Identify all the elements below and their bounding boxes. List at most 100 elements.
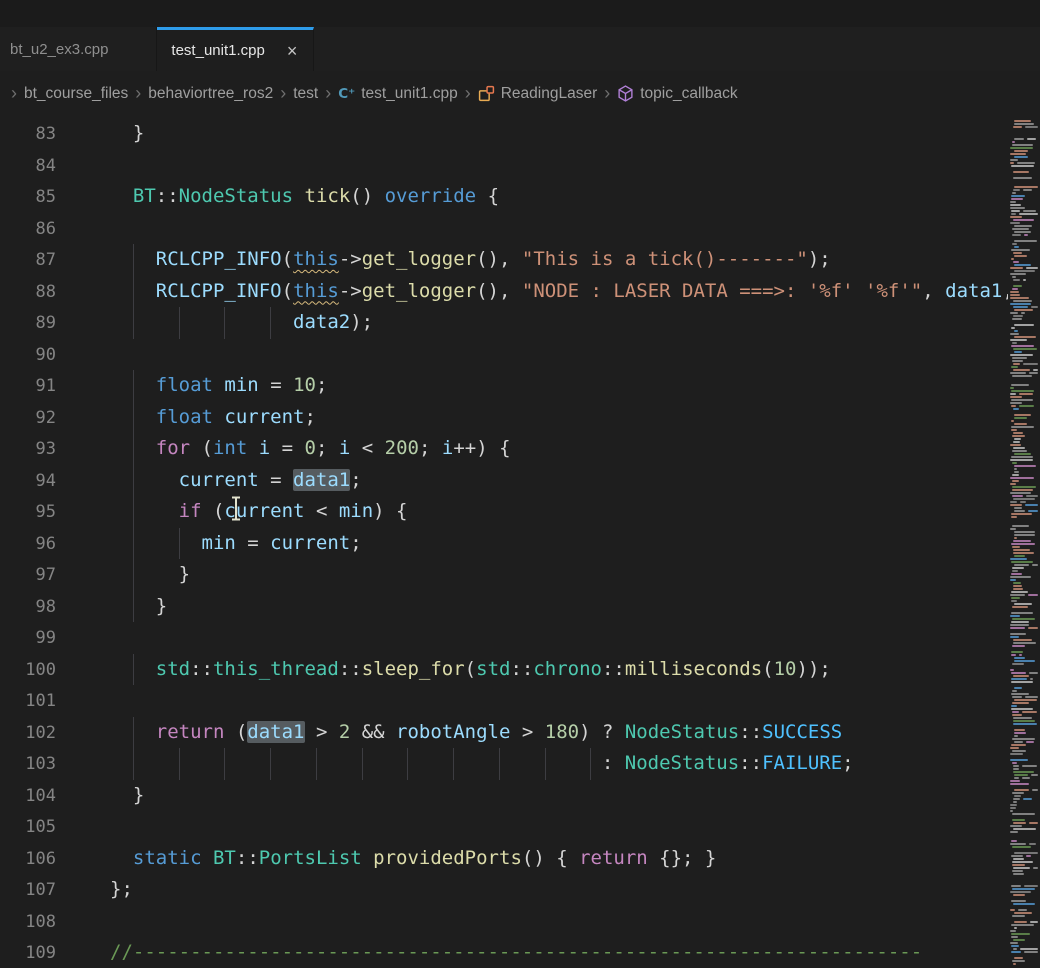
indent-guide — [133, 433, 134, 465]
minimap-line — [1011, 516, 1017, 518]
code-line[interactable]: 86 — [0, 213, 1008, 245]
code-line[interactable]: 91 float min = 10; — [0, 370, 1008, 402]
line-number[interactable]: 108 — [0, 907, 56, 939]
minimap-line — [1024, 234, 1028, 236]
code-line[interactable]: 102 return (data1 > 2 && robotAngle > 18… — [0, 717, 1008, 749]
minimap-line — [1023, 363, 1038, 365]
minimap-line — [1010, 624, 1029, 626]
breadcrumb-item-topic_callback[interactable]: topic_callback — [617, 85, 737, 103]
minimap-line — [1013, 894, 1025, 896]
line-number[interactable]: 95 — [0, 497, 56, 529]
close-icon[interactable]: × — [287, 42, 298, 60]
minimap-line — [1014, 657, 1025, 659]
minimap-line — [1012, 960, 1025, 962]
minimap-line — [1014, 852, 1038, 854]
line-number[interactable]: 104 — [0, 781, 56, 813]
line-number[interactable]: 84 — [0, 151, 56, 183]
minimap-line — [1013, 801, 1017, 803]
chevron-right-icon: › — [601, 83, 613, 104]
code-pane[interactable]: 83 }8485 BT::NodeStatus tick() override … — [0, 118, 1008, 968]
code-line[interactable]: 109//-----------------------------------… — [0, 937, 1008, 968]
code-line[interactable]: 88 RCLCPP_INFO(this->get_logger(), "NODE… — [0, 276, 1008, 308]
breadcrumb-item-ReadingLaser[interactable]: ReadingLaser — [478, 85, 598, 103]
minimap-line — [1024, 885, 1038, 887]
line-number[interactable]: 91 — [0, 371, 56, 403]
line-number[interactable]: 99 — [0, 623, 56, 655]
line-number[interactable]: 109 — [0, 938, 56, 968]
minimap-line — [1014, 240, 1037, 242]
minimap-line — [1013, 582, 1021, 584]
line-number[interactable]: 107 — [0, 875, 56, 907]
minimap-line — [1013, 549, 1030, 551]
line-number[interactable]: 98 — [0, 592, 56, 624]
code-line[interactable]: 101 — [0, 685, 1008, 717]
line-number[interactable]: 90 — [0, 340, 56, 372]
minimap-line — [1014, 309, 1033, 311]
minimap-line — [1010, 810, 1013, 812]
code-line[interactable]: 104 } — [0, 780, 1008, 812]
line-number[interactable]: 100 — [0, 655, 56, 687]
line-number[interactable]: 92 — [0, 403, 56, 435]
code-line[interactable]: 100 std::this_thread::sleep_for(std::chr… — [0, 654, 1008, 686]
code-line[interactable]: 108 — [0, 906, 1008, 938]
code-line[interactable]: 89 data2); — [0, 307, 1008, 339]
line-number[interactable]: 88 — [0, 277, 56, 309]
line-number[interactable]: 103 — [0, 749, 56, 781]
code-line[interactable]: 83 } — [0, 118, 1008, 150]
code-line[interactable]: 93 for (int i = 0; i < 200; i++) { — [0, 433, 1008, 465]
breadcrumb-item-test_unit1[interactable]: C⁺ test_unit1.cpp — [338, 85, 458, 103]
minimap-line — [1012, 570, 1018, 572]
indent-guide — [133, 654, 134, 686]
breadcrumb-item-behaviortree_ros2[interactable]: behaviortree_ros2 — [148, 85, 273, 103]
line-number[interactable]: 97 — [0, 560, 56, 592]
line-number[interactable]: 101 — [0, 686, 56, 718]
code-line[interactable]: 107}; — [0, 874, 1008, 906]
minimap-line — [1013, 261, 1019, 263]
line-number[interactable]: 94 — [0, 466, 56, 498]
code-line[interactable]: 92 float current; — [0, 402, 1008, 434]
line-number[interactable]: 105 — [0, 812, 56, 844]
minimap-line — [1013, 540, 1031, 542]
code-line[interactable]: 95 if (current < min) { — [0, 496, 1008, 528]
line-number[interactable]: 85 — [0, 182, 56, 214]
minimap-line — [1014, 660, 1035, 662]
code-line[interactable]: 97 } — [0, 559, 1008, 591]
minimap-line — [1011, 672, 1026, 674]
line-number[interactable]: 83 — [0, 119, 56, 151]
line-number[interactable]: 102 — [0, 718, 56, 750]
line-number[interactable]: 96 — [0, 529, 56, 561]
indent-guide — [133, 496, 134, 528]
line-number[interactable]: 93 — [0, 434, 56, 466]
tab-bt_u2_ex3[interactable]: bt_u2_ex3.cpp — [0, 27, 157, 71]
minimap-line — [1014, 957, 1023, 959]
line-number[interactable]: 106 — [0, 844, 56, 876]
breadcrumb-item-test[interactable]: test — [293, 85, 318, 103]
minimap[interactable] — [1008, 116, 1040, 968]
minimap-line — [1031, 306, 1038, 308]
line-number[interactable]: 86 — [0, 214, 56, 246]
code-line[interactable]: 94 current = data1; — [0, 465, 1008, 497]
minimap-line — [1012, 243, 1017, 245]
code-line[interactable]: 85 BT::NodeStatus tick() override { — [0, 181, 1008, 213]
tab-test_unit1[interactable]: test_unit1.cpp × — [157, 27, 314, 71]
code-line[interactable]: 96 min = current; — [0, 528, 1008, 560]
minimap-line — [1012, 645, 1025, 647]
minimap-line — [1012, 861, 1033, 863]
code-line[interactable]: 106 static BT::PortsList providedPorts()… — [0, 843, 1008, 875]
breadcrumb-item-bt_course_files[interactable]: bt_course_files — [24, 85, 128, 103]
code-line[interactable]: 103 : NodeStatus::FAILURE; — [0, 748, 1008, 780]
code-line[interactable]: 98 } — [0, 591, 1008, 623]
minimap-line — [1012, 690, 1017, 692]
code-line[interactable]: 105 — [0, 811, 1008, 843]
code-line[interactable]: 90 — [0, 339, 1008, 371]
minimap-line — [1010, 783, 1029, 785]
code-line[interactable]: 99 — [0, 622, 1008, 654]
minimap-line — [1011, 420, 1014, 422]
line-number[interactable]: 87 — [0, 245, 56, 277]
line-number[interactable]: 89 — [0, 308, 56, 340]
minimap-line — [1014, 687, 1022, 689]
minimap-line — [1013, 552, 1034, 554]
code-line[interactable]: 84 — [0, 150, 1008, 182]
code-line[interactable]: 87 RCLCPP_INFO(this->get_logger(), "This… — [0, 244, 1008, 276]
minimap-line — [1012, 792, 1024, 794]
